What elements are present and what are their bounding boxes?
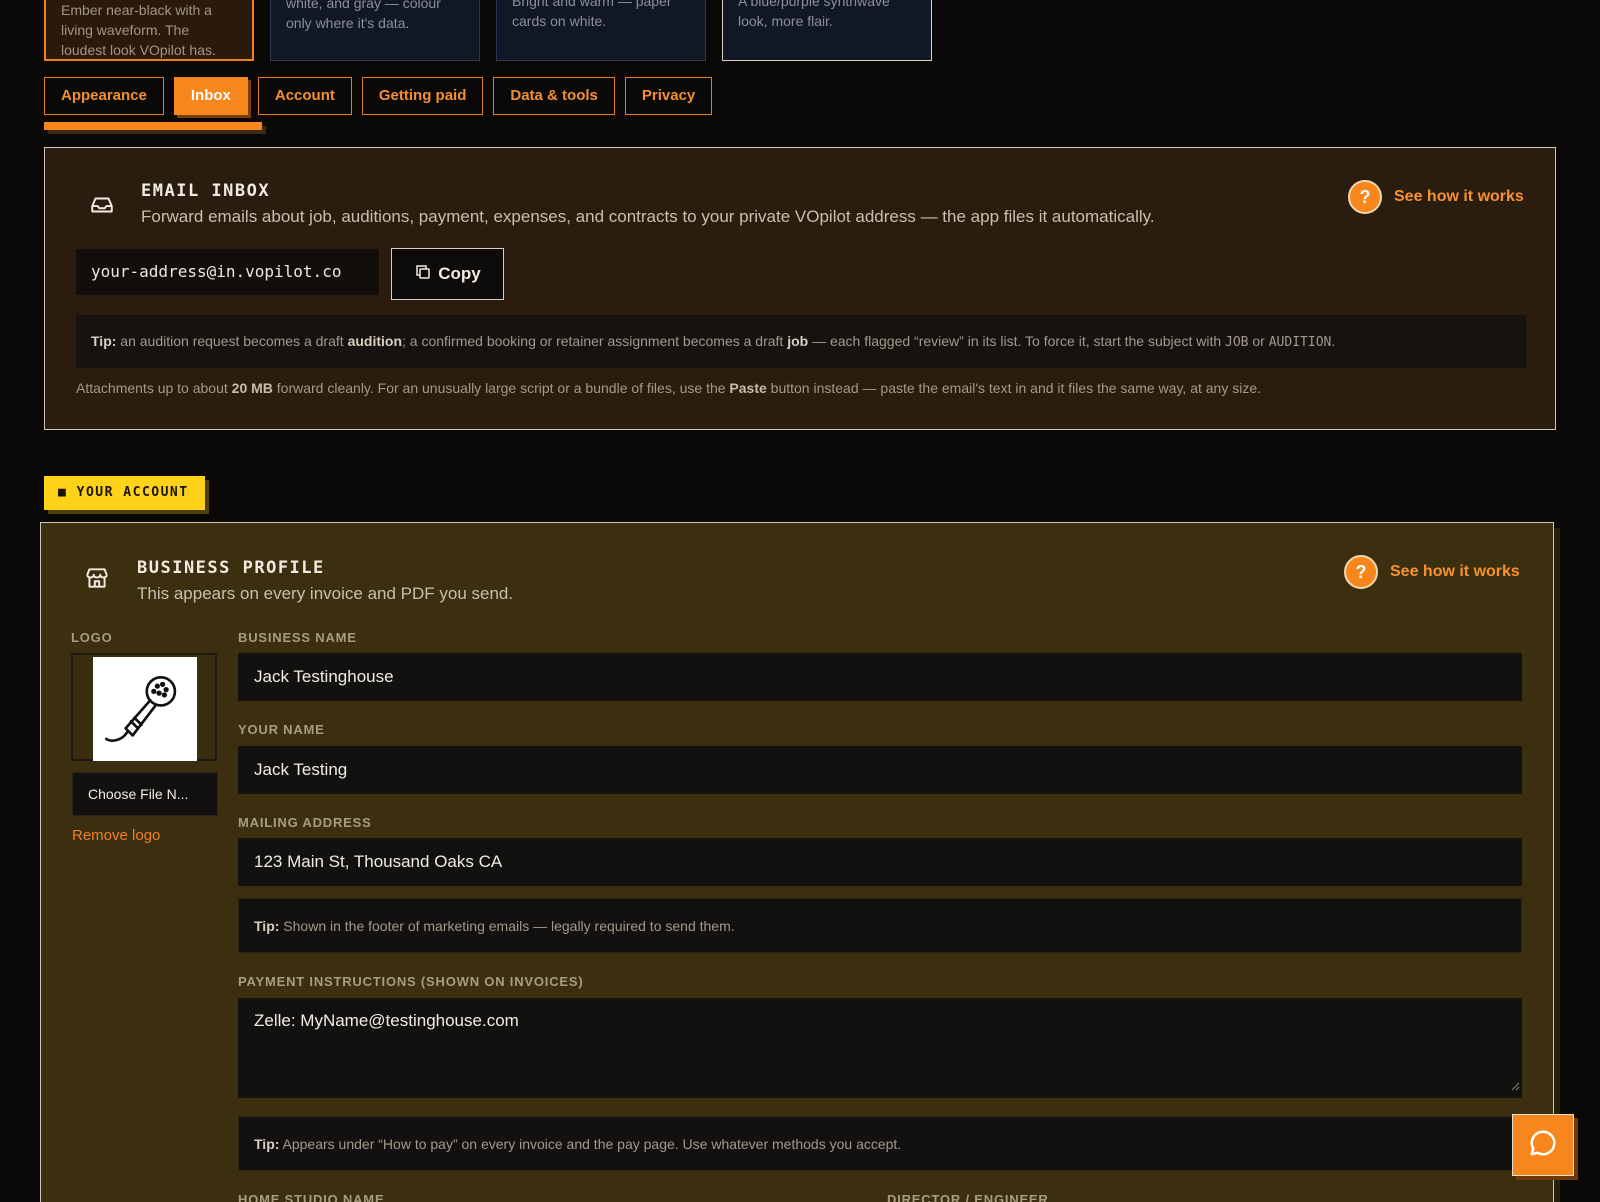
email-inbox-panel: EMAIL INBOX Forward emails about job, au…	[44, 147, 1556, 430]
resize-handle-icon[interactable]	[1510, 1076, 1520, 1096]
payment-instructions-value: Zelle: MyName@testinghouse.com	[254, 1011, 519, 1030]
tip-bold: audition	[347, 333, 402, 349]
chat-bubble-icon	[1528, 1128, 1558, 1163]
tip-text: — each flagged “review” in its list. To …	[808, 333, 1226, 349]
theme-desc-line: Ember near-black with a	[61, 2, 212, 18]
your-name-label: YOUR NAME	[238, 722, 325, 737]
section-badge-your-account: ■ YOUR ACCOUNT	[44, 476, 205, 510]
tab-appearance[interactable]: Appearance	[44, 77, 164, 115]
mailing-address-label: MAILING ADDRESS	[238, 815, 372, 830]
logo-label: LOGO	[71, 630, 113, 645]
tab-data-tools[interactable]: Data & tools	[493, 77, 615, 115]
theme-desc-line: white, and gray — colour	[286, 0, 441, 11]
payment-instructions-textarea[interactable]: Zelle: MyName@testinghouse.com	[238, 998, 1522, 1098]
chat-button[interactable]	[1512, 1114, 1574, 1176]
help-label: See how it works	[1394, 188, 1524, 205]
mailing-address-input[interactable]: 123 Main St, Thousand Oaks CA	[238, 838, 1522, 886]
theme-desc-line: loudest look VOpilot has.	[61, 42, 216, 58]
tab-privacy[interactable]: Privacy	[624, 77, 713, 115]
theme-selector: Ember near-black with a living waveform.…	[44, 0, 932, 61]
tip-text: an audition request becomes a draft	[116, 333, 348, 349]
theme-card-ember[interactable]: Ember near-black with a living waveform.…	[44, 0, 254, 61]
business-name-input[interactable]: Jack Testinghouse	[238, 653, 1522, 701]
theme-desc-line: living waveform. The	[61, 22, 190, 38]
tab-account[interactable]: Account	[257, 77, 352, 115]
help-icon: ?	[1344, 555, 1378, 589]
see-how-it-works-link[interactable]: ? See how it works	[1344, 555, 1520, 589]
choose-file-button[interactable]: Choose File N...	[72, 772, 218, 816]
tip-bold: job	[787, 333, 809, 349]
payment-instructions-tip: Tip: Appears under “How to pay” on every…	[238, 1116, 1522, 1171]
tip-text: or	[1248, 333, 1269, 349]
business-name-label: BUSINESS NAME	[238, 630, 357, 645]
active-tab-indicator	[44, 122, 262, 130]
note-bold: Paste	[729, 380, 767, 396]
payment-instructions-label: PAYMENT INSTRUCTIONS (SHOWN ON INVOICES)	[238, 974, 584, 989]
note-bold: 20 MB	[231, 380, 273, 396]
mailing-address-tip: Tip: Shown in the footer of marketing em…	[238, 898, 1522, 953]
settings-tabs: Appearance Inbox Account Getting paid Da…	[44, 77, 713, 115]
panel-title: EMAIL INBOX	[141, 181, 271, 201]
theme-card-synthwave[interactable]: A blue/purple synthwave look, more flair…	[722, 0, 932, 61]
theme-desc-line: Bright and warm — paper	[512, 0, 672, 9]
home-studio-name-label: HOME STUDIO NAME	[238, 1192, 385, 1202]
tab-getting-paid[interactable]: Getting paid	[361, 77, 484, 115]
tip-lead: Tip:	[254, 1135, 280, 1152]
microphone-logo-image	[93, 657, 197, 761]
tab-inbox[interactable]: Inbox	[173, 77, 248, 115]
inbox-tip: Tip: an audition request becomes a draft…	[76, 315, 1526, 368]
inbox-icon	[89, 192, 115, 218]
attachments-note: Attachments up to about 20 MB forward cl…	[76, 380, 1261, 396]
copy-label: Copy	[438, 264, 481, 283]
tip-text: ; a confirmed booking or retainer assign…	[402, 333, 788, 349]
panel-description: This appears on every invoice and PDF yo…	[137, 584, 514, 603]
tip-code: AUDITION	[1268, 335, 1332, 350]
theme-desc-line: only where it's data.	[286, 15, 410, 31]
note-text: forward cleanly. For an unusually large …	[272, 380, 730, 396]
your-name-input[interactable]: Jack Testing	[238, 746, 1522, 794]
theme-desc-line: cards on white.	[512, 13, 607, 29]
help-icon: ?	[1348, 180, 1382, 214]
note-text: button instead — paste the email's text …	[766, 380, 1262, 396]
theme-desc-line: A blue/purple synthwave	[738, 0, 890, 9]
tip-code: JOB	[1225, 335, 1249, 350]
tip-text: Appears under “How to pay” on every invo…	[279, 1135, 902, 1152]
business-profile-panel: BUSINESS PROFILE This appears on every i…	[40, 522, 1554, 1202]
tip-text: Shown in the footer of marketing emails …	[279, 917, 735, 934]
copy-icon	[414, 263, 432, 286]
storefront-icon	[84, 565, 110, 591]
director-engineer-label: DIRECTOR / ENGINEER	[887, 1192, 1049, 1202]
tip-text: .	[1331, 333, 1336, 349]
copy-button[interactable]: Copy	[391, 248, 504, 300]
note-text: Attachments up to about	[76, 380, 232, 396]
theme-desc-line: look, more flair.	[738, 13, 833, 29]
theme-card-paper[interactable]: Bright and warm — paper cards on white.	[496, 0, 706, 61]
help-label: See how it works	[1390, 563, 1520, 580]
tip-lead: Tip:	[254, 917, 280, 934]
panel-title: BUSINESS PROFILE	[137, 558, 325, 578]
panel-description: Forward emails about job, auditions, pay…	[141, 207, 1155, 226]
tip-lead: Tip:	[91, 333, 117, 349]
inbox-address-field[interactable]: your-address@in.vopilot.co	[76, 249, 379, 295]
theme-card-mono[interactable]: white, and gray — colour only where it's…	[270, 0, 480, 61]
see-how-it-works-link[interactable]: ? See how it works	[1348, 180, 1524, 214]
logo-preview	[71, 653, 217, 761]
remove-logo-link[interactable]: Remove logo	[72, 827, 160, 844]
